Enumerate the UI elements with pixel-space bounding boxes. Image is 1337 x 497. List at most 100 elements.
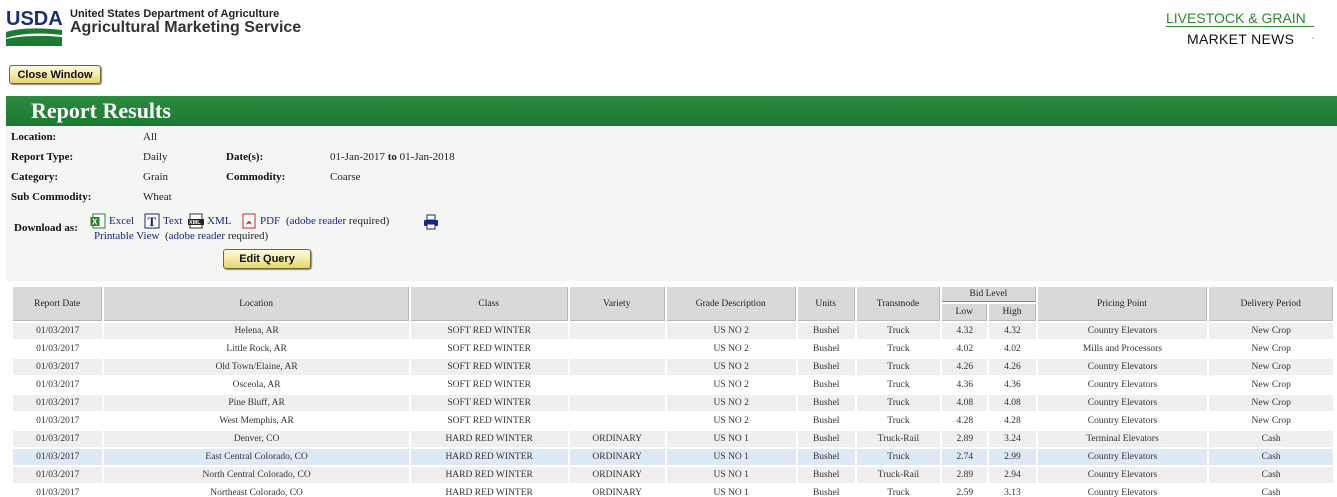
text-icon: T [144, 213, 160, 229]
cell-units: Bushel [797, 395, 855, 411]
cell-pricing-point: Country Elevators [1037, 413, 1208, 429]
market-news-title: MARKET NEWS [1187, 31, 1295, 47]
cell-bid-high: 4.28 [989, 413, 1036, 429]
cell-class: HARD RED WINTER [410, 431, 568, 447]
cell-report-date: 01/03/2017 [13, 413, 103, 429]
cell-units: Bushel [797, 323, 855, 339]
commodity-value: Coarse [330, 171, 361, 183]
col-report-date[interactable]: Report Date [13, 287, 103, 321]
download-excel-link[interactable]: X Excel [90, 213, 134, 229]
printer-icon[interactable] [423, 214, 439, 230]
cell-delivery-period: New Crop [1209, 323, 1333, 339]
cell-class: HARD RED WINTER [410, 449, 568, 465]
cell-units: Bushel [797, 341, 855, 357]
cell-delivery-period: Cash [1209, 431, 1333, 447]
usda-logo: USDA [6, 8, 62, 46]
cell-grade: US NO 2 [666, 359, 796, 375]
cell-location: Old Town/Elaine, AR [104, 359, 409, 375]
printable-view-link[interactable]: Printable View [94, 230, 159, 242]
cell-units: Bushel [797, 485, 855, 497]
table-row[interactable]: 01/03/2017 Pine Bluff, AR SOFT RED WINTER U… [13, 395, 1333, 411]
xml-label: XML [207, 215, 232, 227]
printable-adobe-link[interactable]: adobe reader [169, 230, 226, 242]
download-pdf-link[interactable]: PDF [241, 213, 280, 229]
cell-units: Bushel [797, 467, 855, 483]
table-row[interactable]: 01/03/2017 North Central Colorado, CO HARD… [13, 467, 1333, 483]
table-row[interactable]: 01/03/2017 Old Town/Elaine, AR SOFT RED WI… [13, 359, 1333, 375]
table-row[interactable]: 01/03/2017 Northeast Colorado, CO HARD RED… [13, 485, 1333, 497]
download-label: Download as: [14, 222, 78, 234]
cell-delivery-period: Cash [1209, 467, 1333, 483]
table-row[interactable]: 01/03/2017 Little Rock, AR SOFT RED WINTER… [13, 341, 1333, 357]
cell-variety: ORDINARY [569, 449, 665, 465]
cell-bid-low: 4.28 [942, 413, 988, 429]
printable-view-row: Printable View (adobe reader required) [94, 230, 269, 242]
cell-transmode: Truck-Rail [856, 467, 941, 483]
download-text-link[interactable]: T Text [144, 213, 182, 229]
close-window-button[interactable]: Close Window [9, 65, 101, 84]
xml-icon: XML [188, 213, 204, 229]
col-pricing-point[interactable]: Pricing Point [1037, 287, 1208, 321]
cell-grade: US NO 2 [666, 323, 796, 339]
cell-bid-high: 2.94 [989, 467, 1036, 483]
text-label: Text [163, 215, 183, 227]
col-class[interactable]: Class [410, 287, 568, 321]
cell-delivery-period: Cash [1209, 449, 1333, 465]
cell-transmode: Truck [856, 449, 941, 465]
adobe-reader-link[interactable]: adobe reader [290, 215, 347, 227]
col-bid-high[interactable]: High [989, 304, 1036, 321]
cell-transmode: Truck [856, 359, 941, 375]
download-xml-link[interactable]: XML XML [188, 213, 231, 229]
table-row[interactable]: 01/03/2017 East Central Colorado, CO HARD … [13, 449, 1333, 465]
cell-bid-high: 4.02 [989, 341, 1036, 357]
usda-logo-text: USDA [6, 8, 62, 30]
col-location[interactable]: Location [104, 287, 409, 321]
cell-grade: US NO 2 [666, 377, 796, 393]
report-results-title: Report Results [6, 96, 1337, 126]
date-to-word: to [387, 151, 397, 163]
cell-location: East Central Colorado, CO [104, 449, 409, 465]
cell-delivery-period: New Crop [1209, 341, 1333, 357]
table-row[interactable]: 01/03/2017 Osceola, AR SOFT RED WINTER US N… [13, 377, 1333, 393]
commodity-label: Commodity: [226, 171, 286, 183]
results-table-body: 01/03/2017 Helena, AR SOFT RED WINTER US NO… [13, 323, 1333, 497]
cell-units: Bushel [797, 413, 855, 429]
col-delivery-period[interactable]: Delivery Period [1209, 287, 1333, 321]
cell-delivery-period: Cash [1209, 485, 1333, 497]
svg-text:XML: XML [189, 220, 201, 226]
col-transmode[interactable]: Transmode [856, 287, 941, 321]
agency-name: Agricultural Marketing Service [70, 19, 302, 36]
cell-location: Denver, CO [104, 431, 409, 447]
cell-bid-high: 2.99 [989, 449, 1036, 465]
cell-variety [569, 395, 665, 411]
cell-report-date: 01/03/2017 [13, 449, 103, 465]
cell-delivery-period: New Crop [1209, 413, 1333, 429]
cell-location: West Memphis, AR [104, 413, 409, 429]
col-grade-description[interactable]: Grade Description [666, 287, 796, 321]
adobe-note: (adobe reader required) [286, 215, 390, 227]
cell-bid-low: 2.74 [942, 449, 988, 465]
report-type-value: Daily [143, 151, 168, 163]
cell-variety [569, 413, 665, 429]
edit-query-button[interactable]: Edit Query [223, 249, 311, 269]
col-variety[interactable]: Variety [569, 287, 665, 321]
table-row[interactable]: 01/03/2017 Denver, CO HARD RED WINTER ORDIN… [13, 431, 1333, 447]
col-bid-low[interactable]: Low [942, 304, 988, 321]
cell-units: Bushel [797, 359, 855, 375]
col-units[interactable]: Units [797, 287, 855, 321]
location-value: All [143, 131, 158, 143]
cell-bid-low: 2.89 [942, 431, 988, 447]
cell-report-date: 01/03/2017 [13, 467, 103, 483]
category-value: Grain [143, 171, 169, 183]
cell-pricing-point: Country Elevators [1037, 359, 1208, 375]
results-table: Report Date Location Class Variety Grade… [11, 285, 1335, 497]
table-row[interactable]: 01/03/2017 Helena, AR SOFT RED WINTER US NO… [13, 323, 1333, 339]
cell-transmode: Truck [856, 341, 941, 357]
cell-transmode: Truck [856, 413, 941, 429]
table-row[interactable]: 01/03/2017 West Memphis, AR SOFT RED WINTE… [13, 413, 1333, 429]
cell-pricing-point: Country Elevators [1037, 467, 1208, 483]
cell-pricing-point: Terminal Elevators [1037, 431, 1208, 447]
cell-grade: US NO 1 [666, 431, 796, 447]
cell-report-date: 01/03/2017 [13, 341, 103, 357]
excel-label: Excel [109, 215, 135, 227]
